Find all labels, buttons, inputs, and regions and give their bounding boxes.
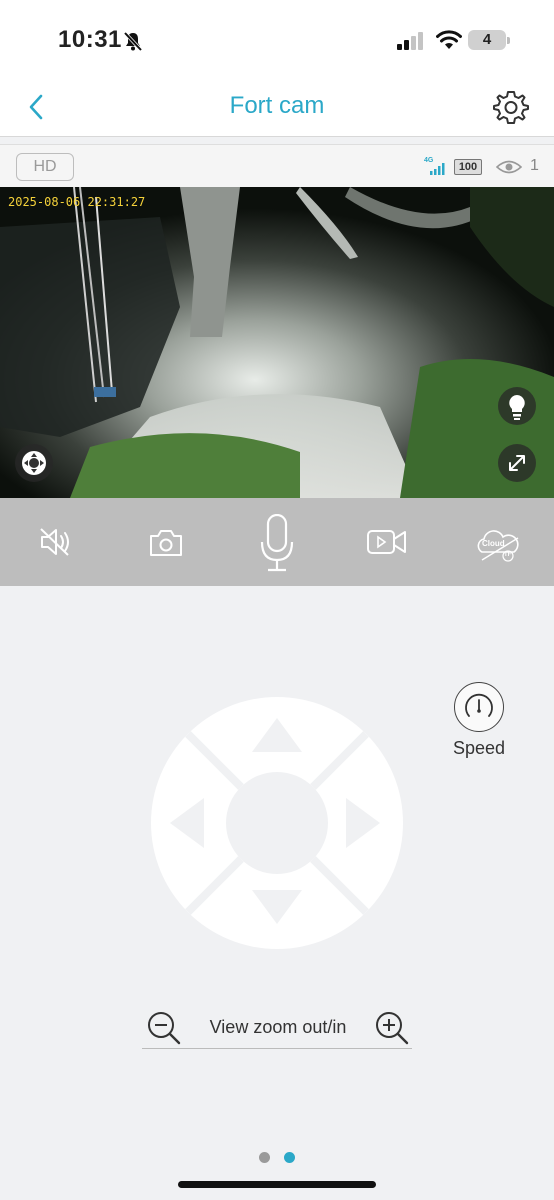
camera-battery: 100: [454, 159, 482, 175]
microphone-talk-icon[interactable]: [258, 514, 296, 572]
wifi-icon: [436, 30, 462, 49]
hd-quality-button[interactable]: HD: [16, 153, 74, 181]
battery-level: 4: [482, 31, 492, 48]
night-light-button[interactable]: [498, 387, 536, 425]
video-timestamp: 2025-08-06 22:31:27: [8, 195, 146, 209]
speedometer-icon: [465, 693, 493, 717]
night-scene-image: [0, 187, 554, 498]
video-record-icon[interactable]: [366, 528, 408, 556]
cellular-signal-icon: [397, 32, 423, 50]
tf-badge-text: TF: [504, 552, 512, 558]
status-bar: 10:31 4: [0, 0, 554, 80]
camera-snapshot-icon[interactable]: [148, 528, 184, 558]
cloud-storage-button[interactable]: Cloud TF: [474, 528, 524, 564]
ptz-joystick-icon: [22, 451, 46, 475]
viewers-eye-icon: [496, 160, 522, 174]
speaker-muted-icon[interactable]: [38, 526, 74, 558]
navigation-header: Fort cam: [0, 80, 554, 137]
ptz-direction-pad[interactable]: [150, 696, 404, 950]
page-dot-1[interactable]: [259, 1152, 270, 1163]
home-indicator[interactable]: [178, 1181, 376, 1188]
camera-info-bar: HD 4G 100 1: [0, 144, 554, 187]
page-dot-2-active[interactable]: [284, 1152, 295, 1163]
fullscreen-button[interactable]: [498, 444, 536, 482]
speed-label: Speed: [452, 738, 506, 758]
fullscreen-expand-icon: [509, 455, 525, 471]
viewer-count: 1: [530, 157, 539, 174]
battery-indicator: 4: [468, 30, 506, 50]
ptz-overlay-button[interactable]: [15, 444, 53, 482]
bell-muted-icon: [123, 31, 143, 52]
zoom-out-icon[interactable]: [146, 1010, 182, 1046]
camera-control-bar: Cloud TF: [0, 498, 554, 586]
clock-time: 10:31: [58, 26, 122, 53]
zoom-label: View zoom out/in: [209, 1017, 347, 1037]
zoom-in-icon[interactable]: [374, 1010, 410, 1046]
battery-cap: [507, 37, 510, 44]
speed-button[interactable]: [454, 682, 504, 732]
settings-gear-icon[interactable]: [492, 88, 530, 126]
page-title: Fort cam: [229, 92, 325, 119]
zoom-control-row: View zoom out/in: [142, 1004, 412, 1049]
live-video-feed[interactable]: 2025-08-06 22:31:27: [0, 187, 554, 498]
camera-signal-icon: [430, 163, 445, 175]
light-bulb-icon: [509, 395, 525, 420]
cloud-badge-text: Cloud: [482, 539, 505, 548]
